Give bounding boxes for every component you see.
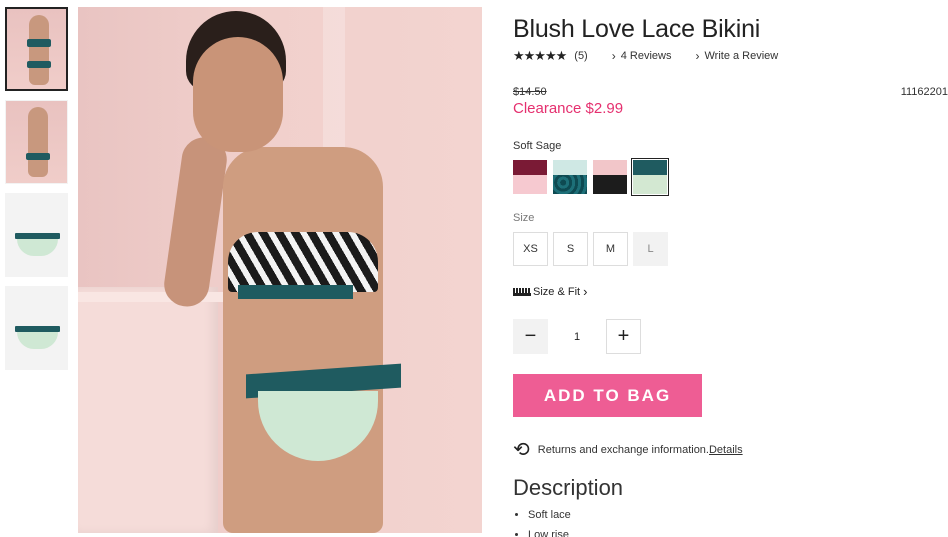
ruler-icon <box>513 287 531 296</box>
reviews-link[interactable]: 4 Reviews <box>621 50 672 62</box>
size-fit-link[interactable]: Size & Fit › <box>513 284 587 299</box>
selected-color-label: Soft Sage <box>513 140 562 152</box>
exchange-icon: ⟲ <box>513 439 530 461</box>
product-title: Blush Love Lace Bikini <box>513 15 761 43</box>
product-back-image <box>6 287 67 369</box>
main-product-image[interactable] <box>78 7 482 533</box>
quantity-decrease-button[interactable]: − <box>513 319 548 354</box>
quantity-increase-button[interactable]: + <box>606 319 641 354</box>
thumbnail-model-back[interactable] <box>5 100 68 184</box>
thumbnail-product-back[interactable] <box>5 286 68 370</box>
quantity-stepper: − 1 + <box>513 319 641 354</box>
description-item: Soft lace <box>528 509 571 521</box>
size-s[interactable]: S <box>553 232 588 266</box>
chevron-right-icon: › <box>611 49 616 63</box>
returns-text: Returns and exchange information. <box>537 443 709 456</box>
product-front-image <box>6 194 67 276</box>
description-title: Description <box>513 475 624 500</box>
star-rating: ★★★★★ <box>513 48 567 63</box>
returns-details-link[interactable]: Details <box>709 444 743 456</box>
size-options: XS S M L <box>513 232 668 266</box>
swatch-pink-black-star[interactable] <box>593 160 627 194</box>
returns-info: ⟲ Returns and exchange information. Deta… <box>513 437 743 462</box>
size-label: Size <box>513 212 535 224</box>
thumbnail-list <box>5 7 68 379</box>
write-review-link[interactable]: Write a Review <box>704 50 778 62</box>
thumbnail-model-front[interactable] <box>5 7 68 91</box>
chevron-right-icon: › <box>583 284 588 299</box>
description-list: Soft lace Low rise <box>528 509 571 537</box>
chevron-right-icon: › <box>695 49 700 63</box>
description-item: Low rise <box>528 529 571 537</box>
clearance-price: Clearance $2.99 <box>513 100 624 117</box>
size-l[interactable]: L <box>633 232 668 266</box>
swatch-burgundy-pink[interactable] <box>513 160 547 194</box>
swatch-teal-leopard[interactable] <box>553 160 587 194</box>
original-price: $14.50 <box>513 86 547 98</box>
model-back-image <box>6 101 67 183</box>
color-swatches <box>513 158 669 196</box>
product-sku: 11162201 <box>900 86 948 98</box>
quantity-value[interactable]: 1 <box>548 331 606 343</box>
rating-row: ★★★★★ (5) › 4 Reviews › Write a Review <box>513 48 778 64</box>
model-front-image <box>7 9 66 89</box>
review-count: (5) <box>574 50 588 62</box>
add-to-bag-button[interactable]: ADD TO BAG <box>513 374 702 417</box>
swatch-soft-sage[interactable] <box>631 158 669 196</box>
size-fit-label: Size & Fit <box>533 285 581 298</box>
size-m[interactable]: M <box>593 232 628 266</box>
thumbnail-product-front[interactable] <box>5 193 68 277</box>
size-xs[interactable]: XS <box>513 232 548 266</box>
